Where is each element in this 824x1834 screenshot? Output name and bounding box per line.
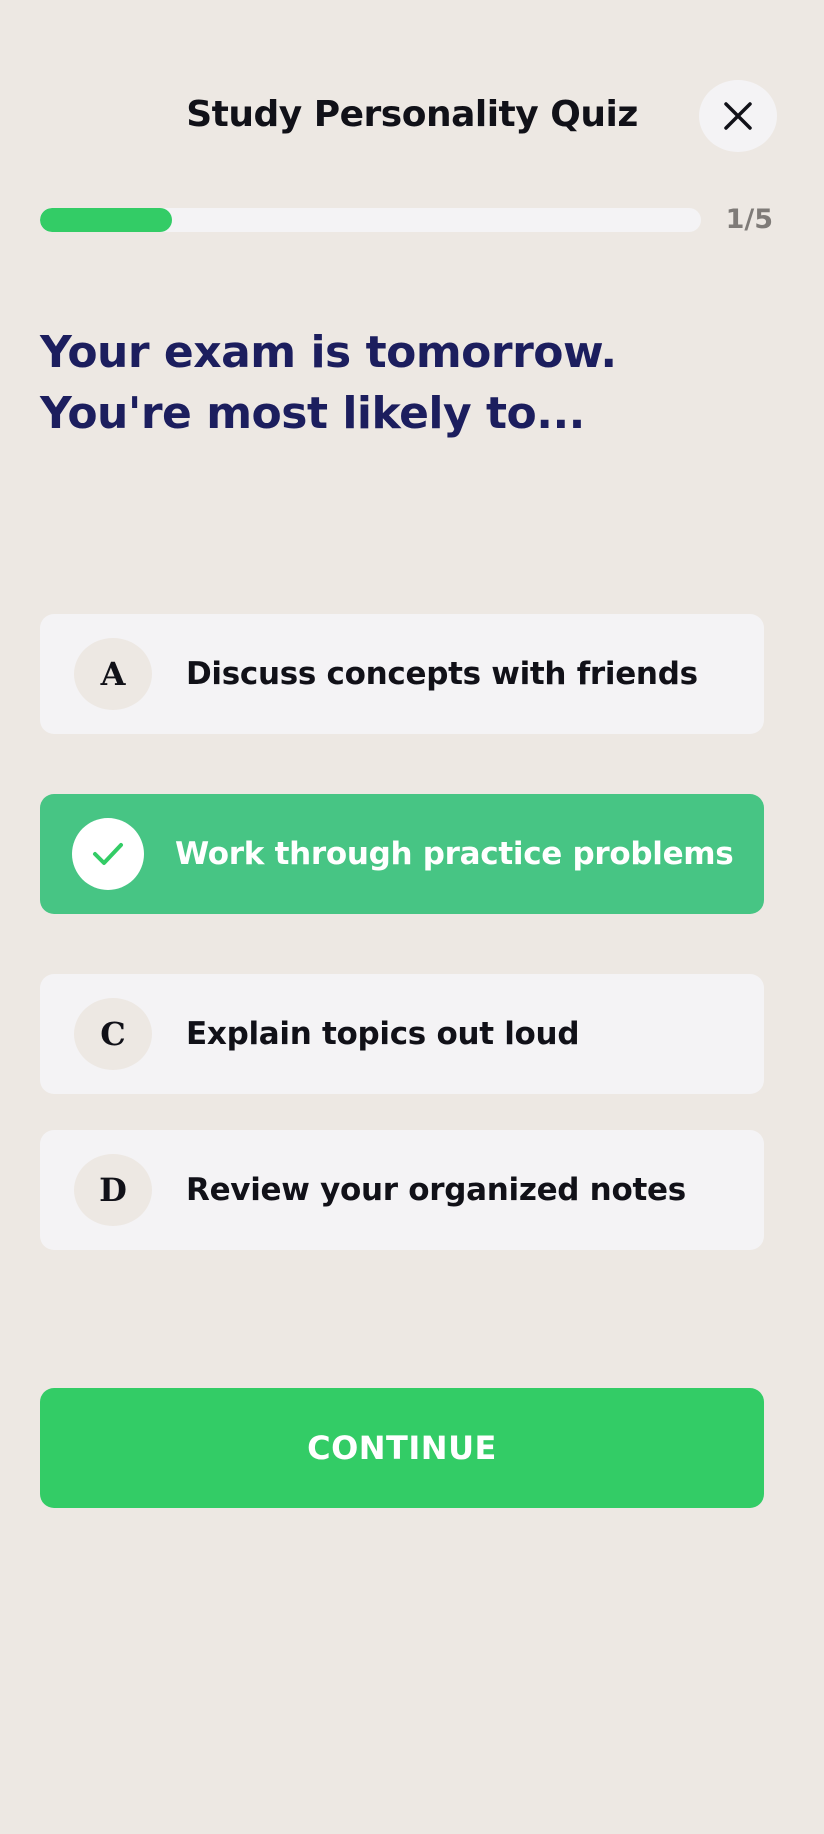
checkmark-icon	[93, 843, 123, 865]
option-a[interactable]: A Discuss concepts with friends	[40, 614, 764, 734]
option-label: Discuss concepts with friends	[186, 656, 698, 692]
option-letter-badge: C	[74, 998, 152, 1070]
progress-count: 1/5	[725, 204, 773, 235]
progress-bar	[40, 208, 701, 232]
option-check-badge	[72, 818, 144, 890]
close-icon	[724, 102, 752, 130]
continue-button[interactable]: CONTINUE	[40, 1388, 764, 1508]
question-text: Your exam is tomorrow. You're most likel…	[40, 327, 617, 439]
close-button[interactable]	[699, 80, 777, 152]
option-b-selected[interactable]: Work through practice problems	[40, 794, 764, 914]
option-letter-badge: D	[74, 1154, 152, 1226]
option-label: Explain topics out loud	[186, 1016, 580, 1052]
option-letter-badge: A	[74, 638, 152, 710]
progress-fill	[40, 208, 173, 232]
option-d[interactable]: D Review your organized notes	[40, 1130, 764, 1250]
option-label: Review your organized notes	[186, 1172, 686, 1208]
option-c[interactable]: C Explain topics out loud	[40, 974, 764, 1094]
option-label: Work through practice problems	[175, 836, 734, 872]
